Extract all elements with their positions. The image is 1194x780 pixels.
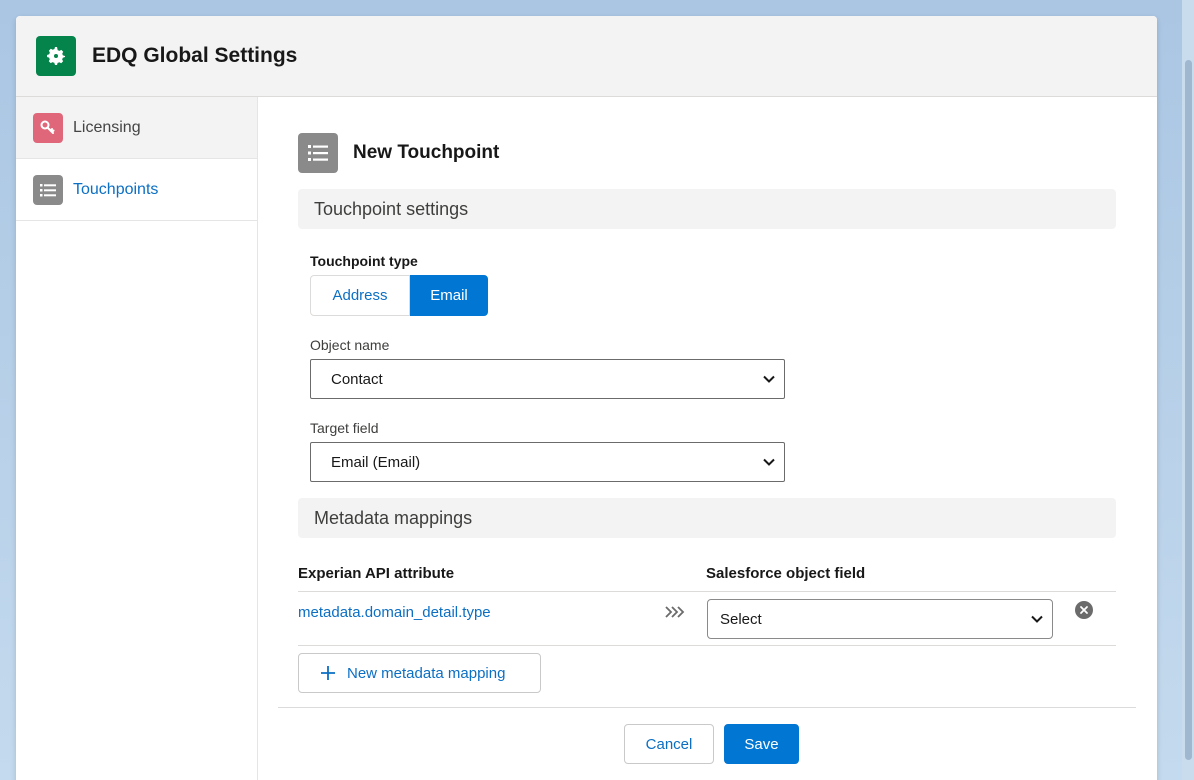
plus-icon xyxy=(321,666,335,680)
section-touchpoint-settings: Touchpoint settings xyxy=(298,189,1116,229)
target-field-select[interactable]: Email (Email) xyxy=(310,442,785,482)
section-metadata-mappings: Metadata mappings xyxy=(298,498,1116,538)
key-icon xyxy=(33,112,63,143)
column-header-api-attribute: Experian API attribute xyxy=(298,565,455,582)
scrollbar-thumb[interactable] xyxy=(1185,60,1192,760)
sidebar-item-label: Touchpoints xyxy=(73,180,159,198)
chevron-down-icon xyxy=(1031,615,1043,623)
new-metadata-mapping-button[interactable]: New metadata mapping xyxy=(298,653,541,693)
settings-modal: EDQ Global Settings Licensing Touchpoint… xyxy=(16,16,1157,780)
cancel-button[interactable]: Cancel xyxy=(624,724,714,764)
sidebar: Licensing Touchpoints xyxy=(16,97,258,780)
target-field-label: Target field xyxy=(310,420,379,436)
double-chevron-right-icon xyxy=(665,606,685,618)
chevron-down-icon xyxy=(763,458,775,466)
list-icon xyxy=(298,133,338,173)
remove-mapping-icon[interactable] xyxy=(1075,601,1093,619)
email-toggle-button[interactable]: Email xyxy=(410,275,488,316)
save-button[interactable]: Save xyxy=(724,724,799,764)
touchpoint-type-label: Touchpoint type xyxy=(310,253,418,269)
new-mapping-label: New metadata mapping xyxy=(347,664,506,682)
mapping-attribute: metadata.domain_detail.type xyxy=(298,604,491,621)
column-header-object-field: Salesforce object field xyxy=(706,565,866,582)
target-field-value: Email (Email) xyxy=(331,453,421,471)
modal-body: Licensing Touchpoints New Touchpoint Tou… xyxy=(16,97,1157,780)
list-icon xyxy=(33,174,63,205)
sidebar-item-touchpoints[interactable]: Touchpoints xyxy=(16,159,257,221)
page-title: New Touchpoint xyxy=(353,142,500,163)
modal-header: EDQ Global Settings xyxy=(16,16,1157,97)
object-field-value: Select xyxy=(720,610,762,628)
chevron-down-icon xyxy=(763,375,775,383)
table-divider xyxy=(298,591,1116,592)
object-name-label: Object name xyxy=(310,337,390,353)
page-scrollbar[interactable] xyxy=(1182,0,1194,780)
modal-title: EDQ Global Settings xyxy=(92,44,298,67)
sidebar-item-licensing[interactable]: Licensing xyxy=(16,97,257,159)
object-name-value: Contact xyxy=(331,370,383,388)
gear-icon xyxy=(36,36,76,76)
footer-divider xyxy=(278,707,1136,708)
touchpoint-type-toggle: Address Email xyxy=(310,275,488,316)
sidebar-item-label: Licensing xyxy=(73,118,141,136)
main-content: New Touchpoint Touchpoint settings Touch… xyxy=(258,97,1157,780)
page-heading: New Touchpoint xyxy=(298,133,499,173)
object-name-select[interactable]: Contact xyxy=(310,359,785,399)
address-toggle-button[interactable]: Address xyxy=(310,275,410,316)
object-field-select[interactable]: Select xyxy=(707,599,1053,639)
table-divider xyxy=(298,645,1116,646)
